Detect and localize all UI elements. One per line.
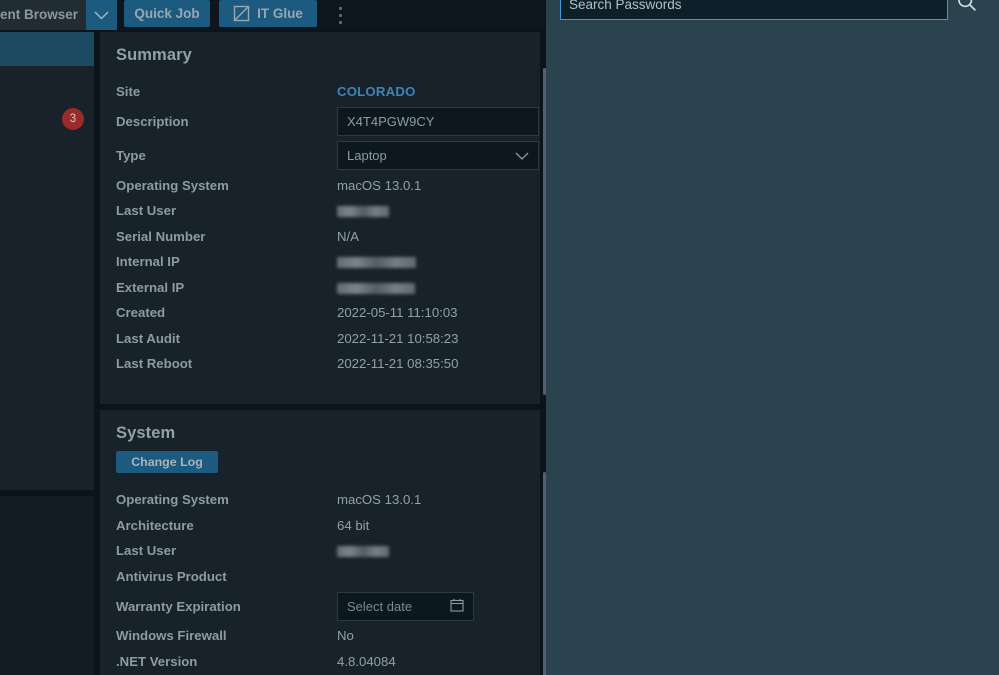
table-row: Created 2022-05-11 11:10:03: [116, 300, 540, 326]
site-link[interactable]: COLORADO: [337, 84, 416, 99]
main-content: Summary Site COLORADO Description X4T4PG…: [100, 32, 546, 675]
row-value: macOS 13.0.1: [337, 177, 422, 193]
table-row: Description X4T4PGW9CY: [116, 105, 540, 139]
table-row: Last User: [116, 538, 540, 564]
system-rows: Operating System macOS 13.0.1 Architectu…: [100, 473, 540, 674]
row-label: Serial Number: [116, 228, 206, 244]
row-label: Internal IP: [116, 254, 180, 270]
row-value-redacted: [337, 203, 389, 218]
app-root: ent Browser Quick Job IT Glue 3 Summary: [0, 0, 999, 675]
calendar-icon: [450, 598, 464, 615]
type-select[interactable]: Laptop: [337, 141, 539, 170]
chevron-down-icon: [94, 10, 109, 20]
table-row: Architecture 64 bit: [116, 513, 540, 539]
system-heading: System: [116, 424, 176, 442]
row-value-redacted: [337, 254, 416, 269]
table-row: Site COLORADO: [116, 79, 540, 105]
table-row: Antivirus Product: [116, 564, 540, 590]
table-row: Last User: [116, 198, 540, 224]
row-label: Site: [116, 84, 141, 100]
table-row: Serial Number N/A: [116, 224, 540, 250]
quick-job-button[interactable]: Quick Job: [124, 0, 210, 27]
row-value: No: [337, 628, 354, 644]
it-glue-button[interactable]: IT Glue: [219, 0, 317, 27]
row-value-redacted: [337, 280, 415, 295]
row-label: Warranty Expiration: [116, 598, 241, 614]
passwords-drawer: Device Passwords Pass at config level Us…: [546, 0, 999, 675]
breadcrumb-title: ent Browser: [0, 0, 86, 30]
row-value: 2022-05-11 11:10:03: [337, 305, 458, 321]
row-value-redacted: [337, 543, 389, 558]
table-row: Type Laptop: [116, 139, 540, 173]
it-glue-label: IT Glue: [257, 6, 303, 21]
table-row: Operating System macOS 13.0.1: [116, 487, 540, 513]
row-label: Created: [116, 305, 166, 321]
row-label: .NET Version: [116, 653, 198, 669]
row-value: 2022-11-21 10:58:23: [337, 330, 459, 346]
warranty-date-placeholder: Select date: [347, 598, 413, 614]
row-label: External IP: [116, 279, 185, 295]
quick-job-label: Quick Job: [134, 6, 200, 21]
left-rail: 3: [0, 30, 94, 675]
summary-card: Summary Site COLORADO Description X4T4PG…: [100, 32, 540, 404]
row-label: Last Audit: [116, 330, 180, 346]
description-input[interactable]: X4T4PGW9CY: [337, 107, 539, 136]
search-icon: [957, 0, 977, 17]
row-value: macOS 13.0.1: [337, 492, 422, 508]
warranty-date-picker[interactable]: Select date: [337, 591, 474, 621]
row-value: 64 bit: [337, 517, 370, 533]
row-label: Operating System: [116, 177, 229, 193]
chevron-down-icon: [515, 148, 529, 163]
more-vertical-icon[interactable]: [332, 0, 348, 30]
search-input[interactable]: [560, 0, 948, 20]
top-toolbar: ent Browser Quick Job IT Glue: [0, 0, 546, 30]
system-card: System Change Log Operating System macOS…: [100, 410, 540, 675]
type-select-value: Laptop: [347, 148, 387, 163]
row-label: Antivirus Product: [116, 568, 227, 584]
row-label: Operating System: [116, 492, 229, 508]
search-button[interactable]: [948, 0, 985, 20]
breadcrumb-dropdown-button[interactable]: [86, 0, 117, 30]
row-value: 4.8.04084: [337, 653, 396, 669]
rail-item-active[interactable]: [0, 32, 94, 66]
table-row: Windows Firewall No: [116, 623, 540, 649]
table-row: Operating System macOS 13.0.1: [116, 173, 540, 199]
table-row: Last Audit 2022-11-21 10:58:23: [116, 326, 540, 352]
row-label: Windows Firewall: [116, 628, 227, 644]
search-bar: [560, 0, 985, 20]
row-label: Last Reboot: [116, 356, 193, 372]
row-label: Last User: [116, 203, 177, 219]
rail-panel-secondary: [0, 496, 94, 675]
row-value: N/A: [337, 228, 359, 244]
table-row: .NET Version 4.8.04084: [116, 649, 540, 675]
table-row: Warranty Expiration Select date: [116, 589, 540, 623]
summary-rows: Site COLORADO Description X4T4PGW9CY Typ…: [100, 65, 540, 377]
row-label: Description: [116, 114, 189, 129]
row-label: Last User: [116, 543, 177, 559]
table-row: Last Reboot 2022-11-21 08:35:50: [116, 351, 540, 377]
status-badge: 3: [62, 108, 84, 130]
rail-panel-primary: 3: [0, 32, 94, 490]
change-log-button[interactable]: Change Log: [116, 451, 218, 473]
row-label: Type: [116, 148, 146, 163]
summary-heading: Summary: [116, 46, 192, 64]
row-value: 2022-11-21 08:35:50: [337, 356, 459, 372]
it-glue-icon: [233, 5, 250, 22]
table-row: Internal IP: [116, 249, 540, 275]
table-row: External IP: [116, 275, 540, 301]
row-label: Architecture: [116, 517, 194, 533]
